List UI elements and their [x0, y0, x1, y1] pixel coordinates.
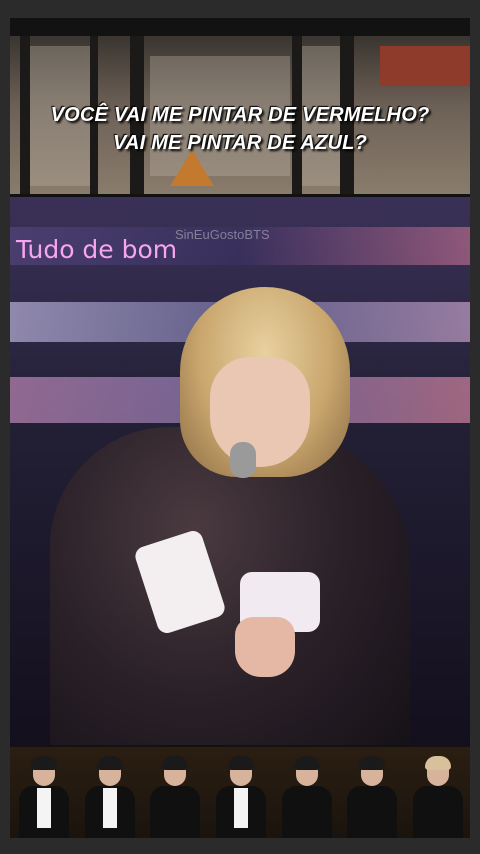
group-photo: [10, 747, 470, 838]
warning-sign-icon: [170, 150, 214, 186]
person-shirt: [102, 788, 117, 828]
person-hair: [293, 756, 320, 770]
person-shirt: [234, 788, 248, 828]
person-hair: [228, 756, 254, 770]
microphone-icon: [230, 442, 256, 478]
group-member-1: [13, 754, 73, 838]
person-shirt: [168, 788, 183, 828]
group-member-4: [210, 754, 270, 838]
group-member-2: [79, 754, 139, 838]
performance-scene: SinEuGostoBTS Tudo de bom: [10, 197, 470, 745]
person-hair: [162, 756, 189, 770]
subtitle-scene: VOCÊ VAI ME PINTAR DE VERMELHO? VAI ME P…: [10, 36, 470, 194]
person-shirt: [299, 788, 314, 828]
subtitle-line-1: VOCÊ VAI ME PINTAR DE VERMELHO?: [50, 104, 430, 126]
performer-hand: [235, 617, 295, 677]
group-member-5: [276, 754, 336, 838]
person-hair: [359, 756, 386, 770]
group-member-3: [144, 754, 204, 838]
performer-face: [210, 357, 310, 467]
group-member-6: [341, 754, 401, 838]
caption-text: Tudo de bom: [16, 235, 178, 264]
person-shirt: [36, 788, 51, 828]
scene-sign: [380, 46, 470, 86]
person-hair: [96, 756, 123, 770]
person-shirt: [431, 788, 446, 828]
watermark: SinEuGostoBTS: [175, 227, 270, 242]
person-shirt: [365, 788, 380, 828]
person-hair: [425, 756, 452, 770]
person-hair: [30, 756, 57, 770]
group-member-7: [407, 754, 467, 838]
subtitle-line-2: VAI ME PINTAR DE AZUL?: [112, 132, 368, 154]
